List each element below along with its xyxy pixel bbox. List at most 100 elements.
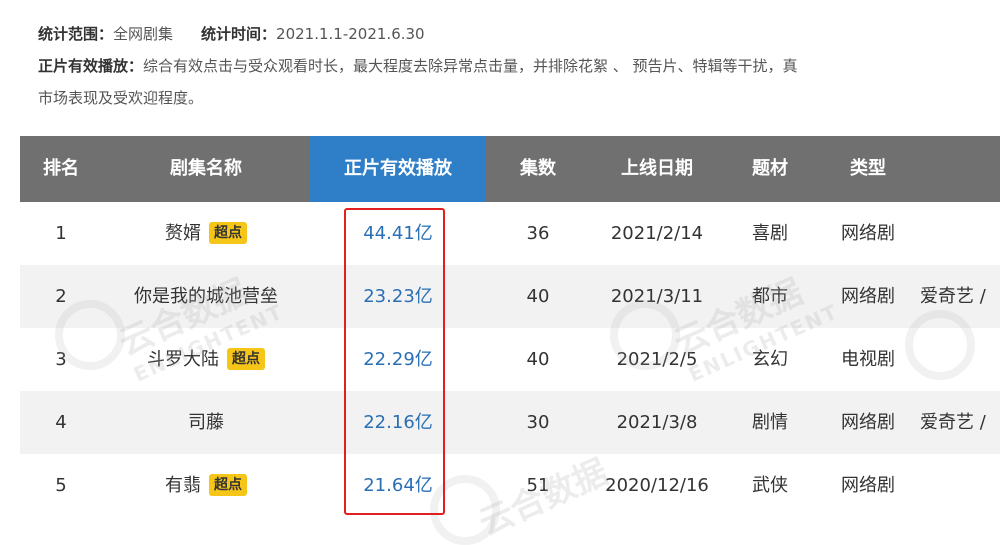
cell-episodes: 40	[486, 328, 590, 391]
time-value: 2021.1.1-2021.6.30	[276, 25, 425, 43]
plays-text: 23.23亿	[363, 286, 433, 307]
date-text: 2021/3/11	[610, 286, 704, 307]
header-name[interactable]: 剧集名称	[102, 136, 310, 202]
header-plays[interactable]: 正片有效播放	[310, 136, 486, 202]
definition-label: 正片有效播放：	[38, 57, 144, 75]
cell-genre: 喜剧	[724, 202, 816, 265]
cell-type: 电视剧	[816, 328, 920, 391]
cell-date: 2020/12/16	[590, 454, 724, 517]
cell-type: 网络剧	[816, 391, 920, 454]
cell-plays: 21.64亿	[310, 454, 486, 517]
plays-text: 22.16亿	[363, 412, 433, 433]
rank-text: 5	[55, 475, 67, 496]
cell-name: 司藤	[102, 391, 310, 454]
cell-platform	[920, 328, 1000, 391]
type-text: 网络剧	[841, 223, 895, 244]
cell-genre: 都市	[724, 265, 816, 328]
scope-value: 全网剧集	[113, 25, 174, 43]
cell-plays: 44.41亿	[310, 202, 486, 265]
genre-text: 玄幻	[752, 349, 788, 370]
cell-rank: 4	[20, 391, 102, 454]
name-text: 你是我的城池营垒	[134, 286, 278, 307]
plays-text: 44.41亿	[363, 223, 433, 244]
cell-episodes: 51	[486, 454, 590, 517]
super-badge: 超点	[227, 348, 265, 370]
cell-episodes: 30	[486, 391, 590, 454]
episodes-text: 36	[526, 223, 550, 244]
episodes-text: 40	[526, 349, 550, 370]
genre-text: 都市	[752, 286, 788, 307]
table-row[interactable]: 5 有翡 超点 21.64亿 51 2020/12/16 武侠 网络剧	[20, 454, 1000, 517]
cell-plays: 23.23亿	[310, 265, 486, 328]
stats-notes: 统计范围：全网剧集 统计时间：2021.1.1-2021.6.30 正片有效播放：…	[38, 18, 1000, 114]
cell-rank: 2	[20, 265, 102, 328]
table-row[interactable]: 3 斗罗大陆 超点 22.29亿 40 2021/2/5 玄幻 电视剧	[20, 328, 1000, 391]
super-badge: 超点	[209, 474, 247, 496]
header-type[interactable]: 类型	[816, 136, 920, 202]
cell-date: 2021/2/14	[590, 202, 724, 265]
date-text: 2021/2/5	[616, 349, 698, 370]
table-row[interactable]: 4 司藤 22.16亿 30 2021/3/8 剧情 网络剧 爱奇艺 /	[20, 391, 1000, 454]
genre-text: 剧情	[752, 412, 788, 433]
notes-line-2: 正片有效播放：综合有效点击与受众观看时长，最大程度去除异常点击量，并排除花絮 、…	[38, 50, 1000, 82]
cell-platform: 爱奇艺 /	[920, 265, 1000, 328]
header-genre[interactable]: 题材	[724, 136, 816, 202]
cell-episodes: 40	[486, 265, 590, 328]
cell-type: 网络剧	[816, 202, 920, 265]
header-episodes[interactable]: 集数	[486, 136, 590, 202]
definition-value-continued: 市场表现及受欢迎程度。	[38, 89, 204, 107]
rank-text: 1	[55, 223, 67, 244]
cell-type: 网络剧	[816, 454, 920, 517]
date-text: 2021/3/8	[616, 412, 698, 433]
episodes-text: 51	[526, 475, 550, 496]
cell-name: 斗罗大陆 超点	[102, 328, 310, 391]
type-text: 网络剧	[841, 412, 895, 433]
table-row[interactable]: 2 你是我的城池营垒 23.23亿 40 2021/3/11 都市 网络剧 爱奇艺 /	[20, 265, 1000, 328]
cell-rank: 5	[20, 454, 102, 517]
cell-date: 2021/3/11	[590, 265, 724, 328]
cell-genre: 玄幻	[724, 328, 816, 391]
cell-date: 2021/2/5	[590, 328, 724, 391]
platform-text: 爱奇艺 /	[920, 412, 986, 433]
type-text: 网络剧	[841, 286, 895, 307]
name-text: 司藤	[188, 412, 224, 433]
header-rank[interactable]: 排名	[20, 136, 102, 202]
cell-rank: 3	[20, 328, 102, 391]
type-text: 网络剧	[841, 475, 895, 496]
cell-name: 有翡 超点	[102, 454, 310, 517]
definition-value: 综合有效点击与受众观看时长，最大程度去除异常点击量，并排除花絮 、 预告片、特辑…	[143, 57, 798, 75]
cell-name: 你是我的城池营垒	[102, 265, 310, 328]
header-date[interactable]: 上线日期	[590, 136, 724, 202]
episodes-text: 30	[526, 412, 550, 433]
name-text: 赘婿	[165, 223, 201, 244]
cell-platform: 爱奇艺 /	[920, 391, 1000, 454]
cell-date: 2021/3/8	[590, 391, 724, 454]
rank-text: 4	[55, 412, 67, 433]
super-badge: 超点	[209, 222, 247, 244]
cell-name: 赘婿 超点	[102, 202, 310, 265]
genre-text: 武侠	[752, 475, 788, 496]
rank-text: 2	[55, 286, 67, 307]
date-text: 2020/12/16	[605, 475, 709, 496]
cell-episodes: 36	[486, 202, 590, 265]
name-text: 有翡	[165, 475, 201, 496]
cell-type: 网络剧	[816, 265, 920, 328]
cell-genre: 武侠	[724, 454, 816, 517]
name-text: 斗罗大陆	[147, 349, 219, 370]
platform-text: 爱奇艺 /	[920, 286, 986, 307]
rank-text: 3	[55, 349, 67, 370]
table-row[interactable]: 1 赘婿 超点 44.41亿 36 2021/2/14 喜剧 网络剧	[20, 202, 1000, 265]
scope-label: 统计范围：	[38, 25, 114, 43]
date-text: 2021/2/14	[610, 223, 704, 244]
episodes-text: 40	[526, 286, 550, 307]
plays-text: 22.29亿	[363, 349, 433, 370]
cell-plays: 22.16亿	[310, 391, 486, 454]
cell-platform	[920, 202, 1000, 265]
cell-platform	[920, 454, 1000, 517]
plays-text: 21.64亿	[363, 475, 433, 496]
table-header: 排名 剧集名称 正片有效播放 集数 上线日期 题材 类型	[20, 136, 1000, 202]
cell-plays: 22.29亿	[310, 328, 486, 391]
type-text: 电视剧	[841, 349, 895, 370]
ranking-table: 排名 剧集名称 正片有效播放 集数 上线日期 题材 类型 1 赘婿 超点 44.41亿…	[20, 136, 1000, 518]
notes-line-3: 市场表现及受欢迎程度。	[38, 82, 1000, 114]
